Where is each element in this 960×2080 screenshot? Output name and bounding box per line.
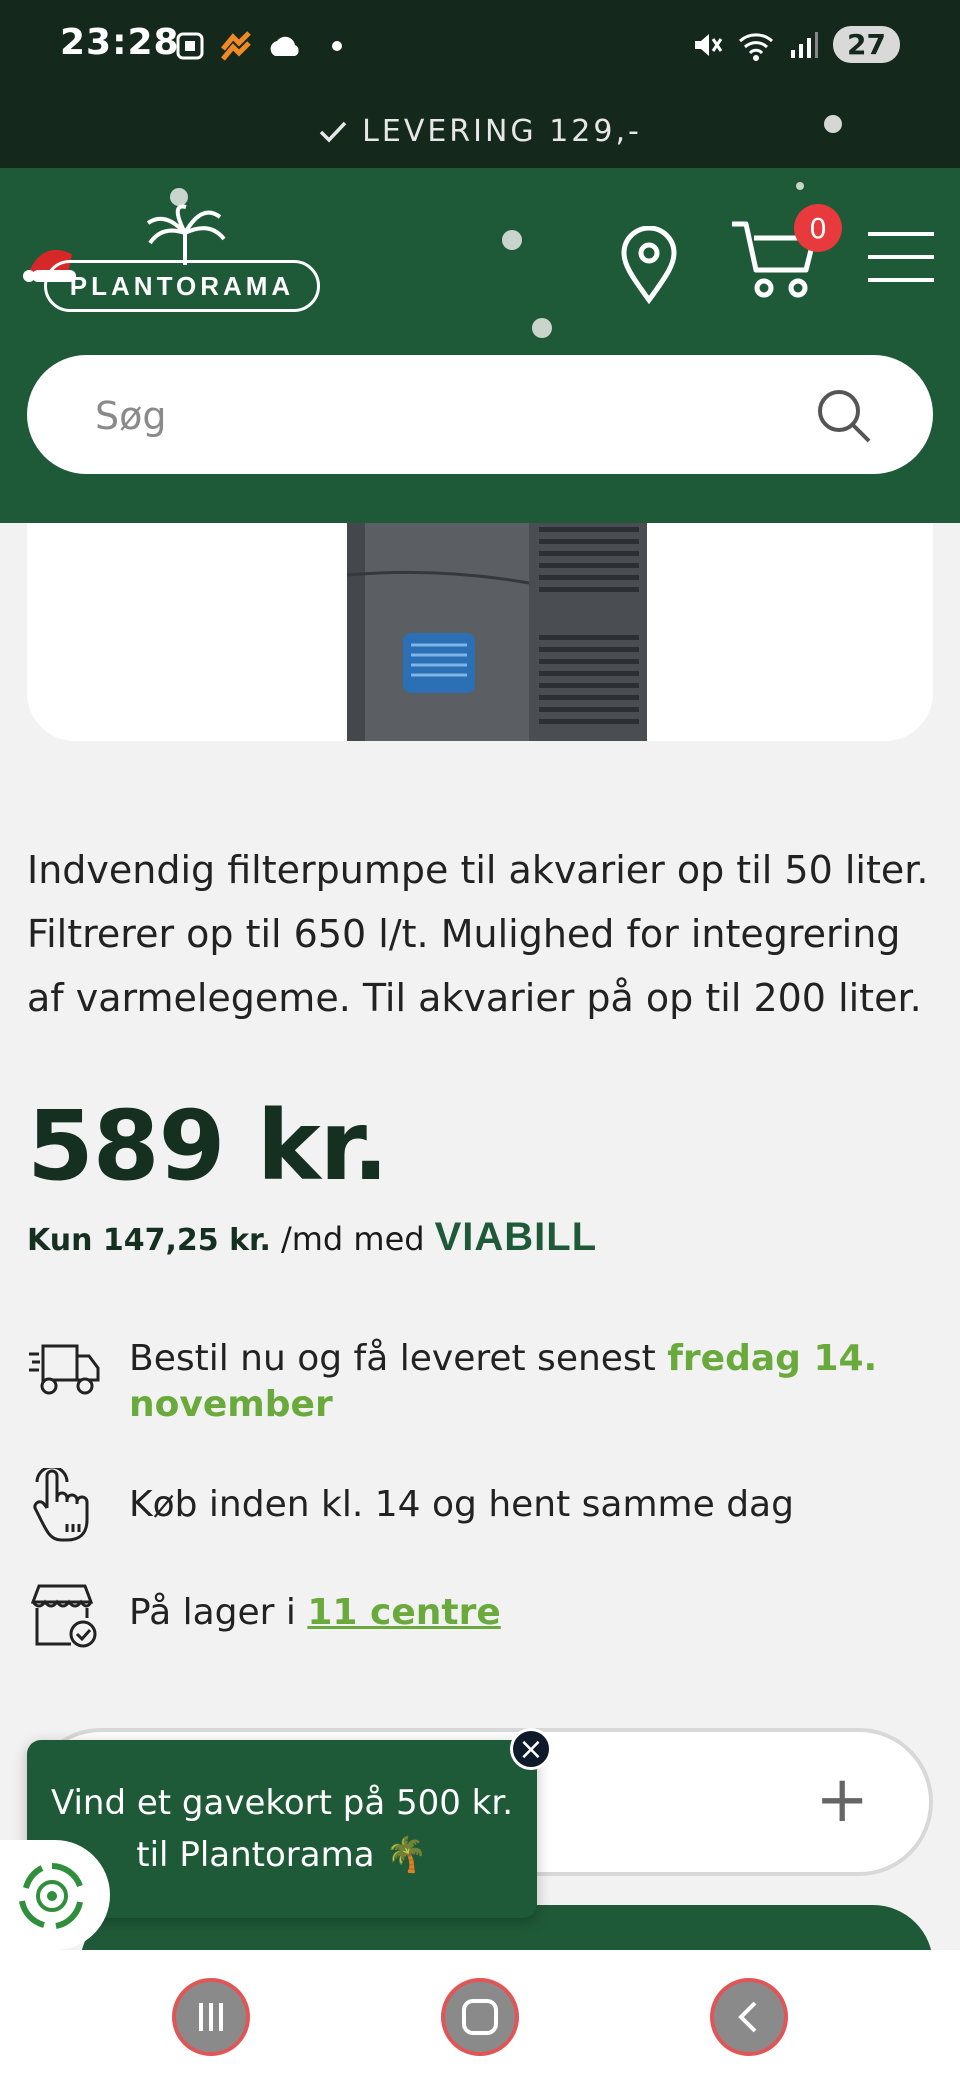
pickup-text: Køb inden kl. 14 og hent samme dag xyxy=(129,1484,794,1525)
recent-apps-button[interactable] xyxy=(172,1978,250,2056)
back-button[interactable] xyxy=(710,1978,788,2056)
dot-icon xyxy=(332,41,342,51)
status-icons-left xyxy=(175,28,347,64)
site-header: PLANTORAMA 0 xyxy=(0,168,960,523)
popup-line-1: Vind et gavekort på 500 kr. xyxy=(50,1783,514,1823)
search-bar xyxy=(27,355,933,476)
app-notification-icon xyxy=(221,31,251,61)
battery-indicator: 27 xyxy=(833,26,900,63)
store-location-icon[interactable] xyxy=(620,226,678,304)
delivery-info-row: Bestil nu og få leveret senest fredag 14… xyxy=(27,1336,933,1428)
cloud-icon xyxy=(270,36,299,56)
mute-icon xyxy=(695,33,723,56)
cart-count-badge: 0 xyxy=(794,204,842,252)
product-price: 589 kr. xyxy=(27,1090,389,1202)
status-bar: 23:28 27 xyxy=(0,0,960,95)
recycle-icon xyxy=(19,1863,83,1929)
delivery-truck-icon xyxy=(29,1344,100,1395)
plantorama-logo[interactable]: PLANTORAMA xyxy=(44,260,320,312)
home-button[interactable] xyxy=(441,1978,519,2056)
monthly-suffix: /md med xyxy=(280,1220,425,1258)
wifi-icon xyxy=(739,32,774,61)
financing-info: Kun 147,25 kr. /md med VIABILL xyxy=(27,1215,597,1260)
check-icon xyxy=(319,121,347,143)
delivery-banner-text: LEVERING 129,- xyxy=(362,114,642,149)
store-count-link[interactable]: 11 centre xyxy=(307,1592,500,1633)
search-input[interactable] xyxy=(93,355,797,476)
screenshot-icon xyxy=(176,32,204,60)
status-time: 23:28 xyxy=(60,22,180,63)
back-icon xyxy=(738,2001,757,2033)
viabill-logo: VIABILL xyxy=(434,1215,598,1259)
click-collect-icon xyxy=(33,1468,89,1542)
monthly-amount: Kun 147,25 kr. xyxy=(27,1223,271,1258)
sustainability-badge[interactable] xyxy=(0,1840,110,1950)
search-icon[interactable] xyxy=(815,387,873,445)
palm-logo-icon xyxy=(146,204,226,265)
popup-close-button[interactable]: × xyxy=(510,1728,552,1770)
product-image-card[interactable] xyxy=(27,523,933,741)
menu-icon[interactable] xyxy=(868,230,934,284)
product-description: Indvendig filterpumpe til akvarier op ti… xyxy=(27,848,929,1020)
pickup-info-row: Køb inden kl. 14 og hent samme dag xyxy=(27,1468,933,1544)
system-navigation-bar xyxy=(0,1950,960,2080)
quantity-plus-button[interactable]: + xyxy=(815,1768,869,1832)
signal-icon xyxy=(791,31,819,58)
stock-text: På lager i xyxy=(129,1592,296,1633)
home-icon xyxy=(462,1999,498,2035)
status-icons-right: 27 xyxy=(691,26,900,63)
store-stock-icon xyxy=(30,1584,97,1648)
stock-info-row: På lager i 11 centre xyxy=(27,1580,933,1650)
delivery-text: Bestil nu og få leveret senest xyxy=(129,1338,656,1379)
product-image xyxy=(346,523,647,741)
delivery-banner: LEVERING 129,- xyxy=(0,95,960,168)
recent-apps-icon xyxy=(199,2003,223,2031)
